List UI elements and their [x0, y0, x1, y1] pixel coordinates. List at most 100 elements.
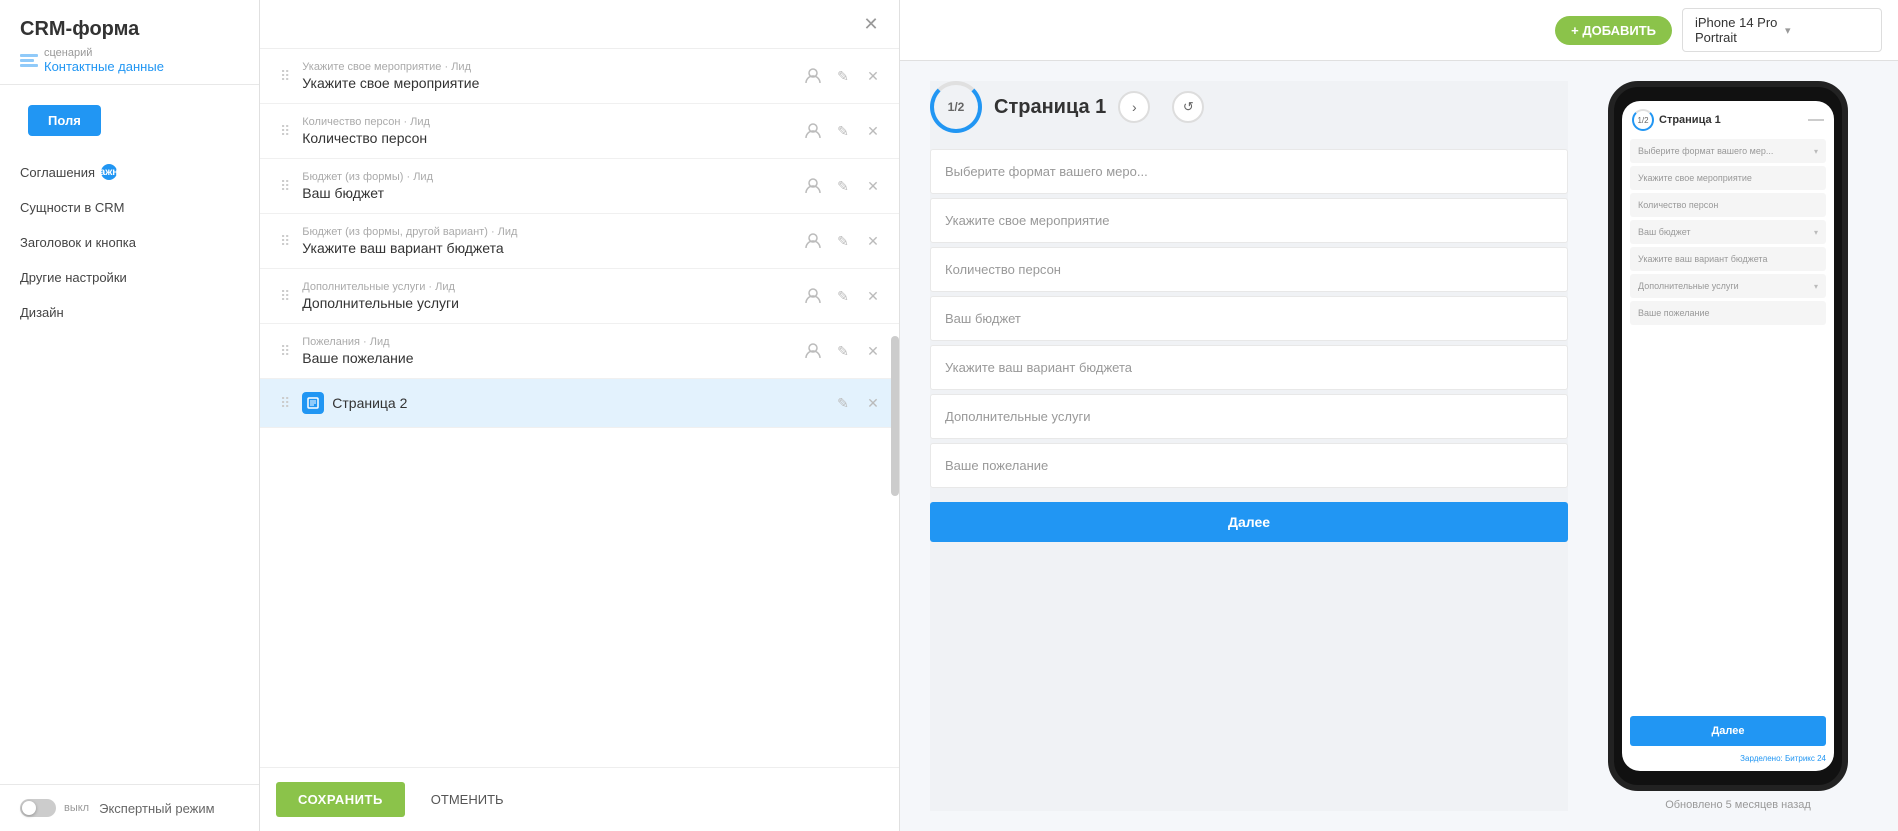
field-meta: Количество персон · Лид — [302, 116, 793, 128]
field-name: Ваш бюджет — [302, 185, 793, 201]
device-label: iPhone 14 Pro Portrait — [1695, 15, 1779, 45]
entities-label: Сущности в CRM — [20, 200, 124, 215]
page-delete-icon[interactable]: ✕ — [861, 391, 885, 415]
page-icon — [302, 392, 324, 414]
scenario-label: сценарий — [44, 47, 164, 59]
center-header: ✕ — [260, 0, 899, 49]
field-delete-icon[interactable]: ✕ — [861, 174, 885, 198]
chevron-down-icon: ▾ — [1785, 24, 1869, 37]
field-edit-icon[interactable]: ✎ — [831, 174, 855, 198]
mobile-field-0: Выберите формат вашего мер... ▾ — [1630, 139, 1826, 163]
field-edit-icon[interactable]: ✎ — [831, 119, 855, 143]
fields-list: ⠿ Укажите свое мероприятие · Лид Укажите… — [260, 49, 899, 767]
field-user-icon[interactable] — [801, 339, 825, 363]
desktop-field-1: Укажите свое мероприятие — [930, 198, 1568, 243]
close-button[interactable]: ✕ — [857, 10, 885, 38]
field-delete-icon[interactable]: ✕ — [861, 119, 885, 143]
drag-handle[interactable]: ⠿ — [280, 233, 290, 250]
sidebar-item-header-button[interactable]: Заголовок и кнопка — [0, 225, 259, 260]
save-button[interactable]: СОХРАНИТЬ — [276, 782, 405, 817]
field-name: Дополнительные услуги — [302, 295, 793, 311]
toggle-knob — [22, 801, 36, 815]
next-button-desktop[interactable]: Далее — [930, 502, 1568, 542]
mobile-page-indicator: 1/2 — [1637, 116, 1648, 125]
page-2-label: Страница 2 — [332, 395, 823, 411]
scenario-icon — [20, 54, 38, 68]
field-actions: ✎ ✕ — [801, 284, 885, 308]
left-footer: выкл Экспертный режим — [0, 784, 259, 831]
sidebar-item-entities[interactable]: Сущности в CRM — [0, 190, 259, 225]
mobile-fields: Выберите формат вашего мер... ▾ Укажите … — [1622, 135, 1834, 712]
drag-handle[interactable]: ⠿ — [280, 288, 290, 305]
mobile-frame: 1/2 Страница 1 Выберите формат вашего ме… — [1608, 81, 1848, 791]
field-user-icon[interactable] — [801, 64, 825, 88]
device-selector[interactable]: iPhone 14 Pro Portrait ▾ — [1682, 8, 1882, 52]
field-content: Бюджет (из формы, другой вариант) · Лид … — [302, 226, 793, 256]
field-name: Укажите свое мероприятие — [302, 75, 793, 91]
desktop-field-2: Количество персон — [930, 247, 1568, 292]
mobile-preview-wrapper: 1/2 Страница 1 Выберите формат вашего ме… — [1608, 81, 1868, 811]
field-actions: ✎ ✕ — [801, 229, 885, 253]
updated-text: Обновлено 5 месяцев назад — [1608, 799, 1868, 811]
scrollbar-thumb[interactable] — [891, 336, 899, 496]
field-delete-icon[interactable]: ✕ — [861, 284, 885, 308]
drag-handle[interactable]: ⠿ — [280, 68, 290, 85]
field-edit-icon[interactable]: ✎ — [831, 64, 855, 88]
field-user-icon[interactable] — [801, 284, 825, 308]
mobile-field-1: Укажите свое мероприятие — [1630, 166, 1826, 190]
left-nav: Поля Соглашения важно Сущности в CRM Заг… — [0, 85, 259, 784]
field-delete-icon[interactable]: ✕ — [861, 64, 885, 88]
field-item-wishes: ⠿ Пожелания · Лид Ваше пожелание ✎ ✕ — [260, 324, 899, 379]
app-title: CRM-форма — [20, 18, 239, 41]
sidebar-item-other-settings[interactable]: Другие настройки — [0, 260, 259, 295]
sidebar-item-agreements[interactable]: Соглашения важно — [0, 154, 259, 190]
sidebar-item-design[interactable]: Дизайн — [0, 295, 259, 330]
page-edit-icon[interactable]: ✎ — [831, 391, 855, 415]
field-actions: ✎ ✕ — [801, 64, 885, 88]
agreements-label: Соглашения — [20, 165, 95, 180]
desktop-form-fields: Выберите формат вашего меро... Укажите с… — [930, 149, 1568, 542]
right-toolbar: + ДОБАВИТЬ iPhone 14 Pro Portrait ▾ — [900, 0, 1898, 61]
mobile-field-4: Укажите ваш вариант бюджета — [1630, 247, 1826, 271]
field-edit-icon[interactable]: ✎ — [831, 339, 855, 363]
drag-handle[interactable]: ⠿ — [280, 178, 290, 195]
mobile-page-badge: 1/2 Страница 1 — [1622, 101, 1834, 135]
add-button[interactable]: + ДОБАВИТЬ — [1555, 16, 1672, 45]
desktop-field-3: Ваш бюджет — [930, 296, 1568, 341]
page-item-2: ⠿ Страница 2 ✎ ✕ — [260, 379, 899, 428]
right-panel: + ДОБАВИТЬ iPhone 14 Pro Portrait ▾ 1/2 … — [900, 0, 1898, 831]
desktop-field-0: Выберите формат вашего меро... — [930, 149, 1568, 194]
page-indicator: 1/2 — [948, 100, 965, 114]
field-delete-icon[interactable]: ✕ — [861, 339, 885, 363]
next-page-arrow[interactable]: › — [1118, 91, 1150, 123]
cancel-button[interactable]: ОТМЕНИТЬ — [415, 782, 520, 817]
expert-mode-toggle[interactable] — [20, 799, 56, 817]
mobile-screen: 1/2 Страница 1 Выберите формат вашего ме… — [1622, 101, 1834, 771]
field-edit-icon[interactable]: ✎ — [831, 229, 855, 253]
mobile-field-2: Количество персон — [1630, 193, 1826, 217]
field-delete-icon[interactable]: ✕ — [861, 229, 885, 253]
mobile-next-button[interactable]: Далее — [1630, 716, 1826, 746]
drag-handle[interactable]: ⠿ — [280, 395, 290, 412]
center-footer: СОХРАНИТЬ ОТМЕНИТЬ — [260, 767, 899, 831]
field-content: Бюджет (из формы) · Лид Ваш бюджет — [302, 171, 793, 201]
field-user-icon[interactable] — [801, 119, 825, 143]
field-meta: Дополнительные услуги · Лид — [302, 281, 793, 293]
scenario-link[interactable]: Контактные данные — [44, 59, 164, 74]
field-edit-icon[interactable]: ✎ — [831, 284, 855, 308]
field-user-icon[interactable] — [801, 174, 825, 198]
nav-fields-section[interactable]: Поля — [28, 105, 101, 136]
field-meta: Укажите свое мероприятие · Лид — [302, 61, 793, 73]
drag-handle[interactable]: ⠿ — [280, 343, 290, 360]
drag-handle[interactable]: ⠿ — [280, 123, 290, 140]
field-item-event: ⠿ Укажите свое мероприятие · Лид Укажите… — [260, 49, 899, 104]
mobile-page-title: Страница 1 — [1659, 114, 1721, 126]
refresh-button[interactable]: ↺ — [1172, 91, 1204, 123]
mobile-chevron-icon: ▾ — [1814, 228, 1818, 237]
field-content: Количество персон · Лид Количество персо… — [302, 116, 793, 146]
page-title: Страница 1 — [994, 96, 1106, 119]
field-user-icon[interactable] — [801, 229, 825, 253]
design-label: Дизайн — [20, 305, 64, 320]
field-content: Пожелания · Лид Ваше пожелание — [302, 336, 793, 366]
mobile-field-5: Дополнительные услуги ▾ — [1630, 274, 1826, 298]
